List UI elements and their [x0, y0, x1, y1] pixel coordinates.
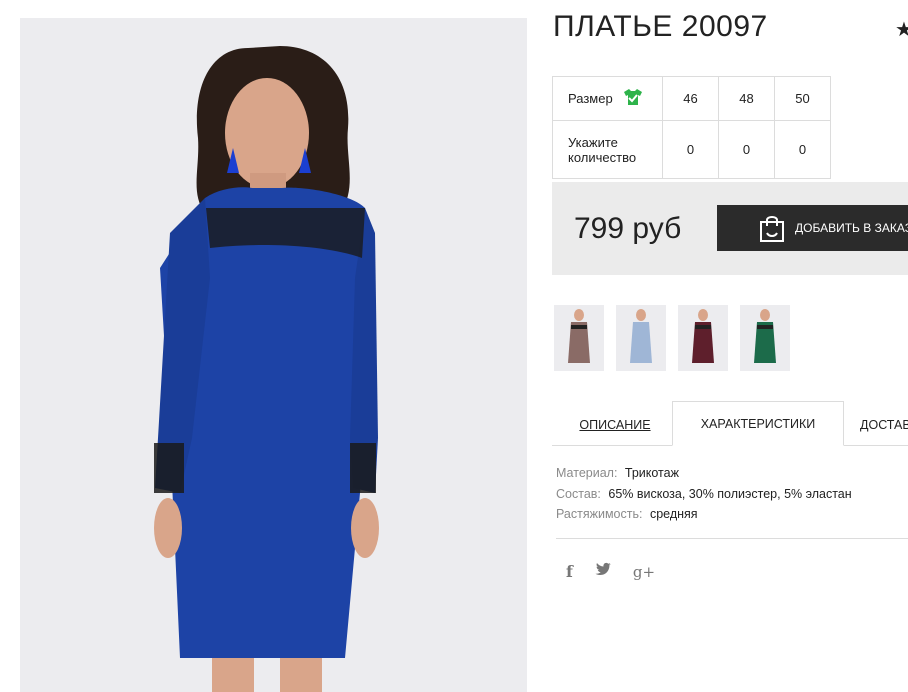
add-to-order-label: ДОБАВИТЬ В ЗАКАЗ: [795, 221, 908, 235]
google-plus-icon[interactable]: g+: [633, 563, 655, 581]
quantity-50-input[interactable]: 0: [774, 120, 831, 179]
add-to-order-button[interactable]: ДОБАВИТЬ В ЗАКАЗ: [717, 205, 908, 251]
thumbnail-burgundy[interactable]: [678, 305, 728, 371]
size-48: 48: [718, 76, 775, 121]
spec-row: Состав: 65% вискоза, 30% полиэстер, 5% э…: [556, 484, 852, 505]
spec-key: Состав:: [556, 486, 601, 501]
tabs: ОПИСАНИЕ ХАРАКТЕРИСТИКИ ДОСТАВКА: [552, 401, 908, 447]
quantity-label: Укажите количество: [552, 120, 663, 179]
twitter-icon[interactable]: [595, 562, 611, 581]
tab-delivery[interactable]: ДОСТАВКА: [860, 403, 908, 447]
spec-key: Материал:: [556, 466, 618, 480]
tab-characteristics[interactable]: ХАРАКТЕРИСТИКИ: [672, 401, 844, 446]
size-46: 46: [662, 76, 719, 121]
facebook-icon[interactable]: f: [566, 562, 573, 581]
quantity-46-input[interactable]: 0: [662, 120, 719, 179]
size-chart-icon[interactable]: [623, 88, 643, 109]
price-box: 799 руб ДОБАВИТЬ В ЗАКАЗ: [552, 182, 908, 275]
size-table: Размер 46 48 50 Укажите количество 0 0 0: [552, 76, 831, 179]
size-label-cell: Размер: [552, 76, 663, 121]
product-main-image[interactable]: [20, 18, 527, 692]
spec-row: Растяжимость: средняя: [556, 504, 852, 525]
star-icon[interactable]: ★: [895, 17, 908, 42]
divider: [556, 538, 908, 539]
quantity-48-input[interactable]: 0: [718, 120, 775, 179]
thumbnail-green[interactable]: [740, 305, 790, 371]
quantity-row: Укажите количество 0 0 0: [552, 120, 831, 179]
thumbnail-brown[interactable]: [554, 305, 604, 371]
product-title: ПЛАТЬЕ 20097: [553, 10, 768, 43]
spec-value: средняя: [649, 507, 698, 521]
size-row: Размер 46 48 50: [552, 76, 831, 121]
spec-value: 65% вискоза, 30% полиэстер, 5% эластан: [608, 486, 852, 501]
size-label: Размер: [568, 91, 613, 106]
price-value: 799 руб: [574, 212, 682, 245]
specs-list: Материал: Трикотаж Состав: 65% вискоза, …: [556, 463, 852, 525]
thumbnail-light-blue[interactable]: [616, 305, 666, 371]
social-share: f g+: [566, 562, 655, 581]
spec-key: Растяжимость:: [556, 507, 643, 521]
shopping-bag-icon: [759, 213, 785, 243]
spec-value: Трикотаж: [624, 466, 679, 480]
tab-description[interactable]: ОПИСАНИЕ: [570, 403, 660, 447]
size-50: 50: [774, 76, 831, 121]
spec-row: Материал: Трикотаж: [556, 463, 852, 484]
